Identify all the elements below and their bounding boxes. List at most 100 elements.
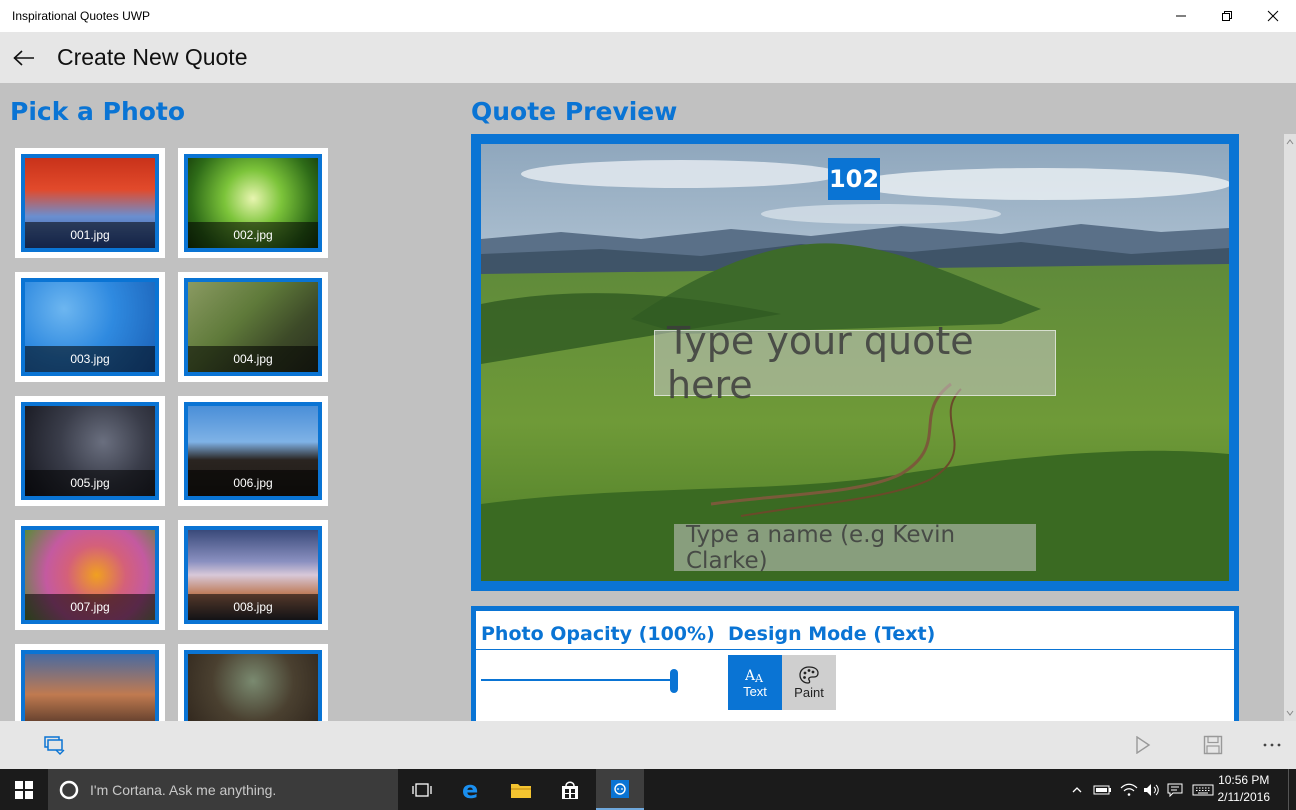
photo-thumb-001[interactable]: 001.jpg	[15, 148, 165, 258]
photo-caption: 001.jpg	[25, 222, 155, 248]
battery-icon	[1093, 785, 1111, 794]
close-icon	[1267, 10, 1279, 22]
author-name-input[interactable]: Type a name (e.g Kevin Clarke)	[674, 522, 1036, 574]
show-desktop-button[interactable]	[1288, 769, 1296, 810]
edge-icon: e	[462, 779, 478, 801]
photo-caption: 002.jpg	[188, 222, 318, 248]
quote-number-badge: 102	[828, 158, 880, 200]
photo-image: 002.jpg	[184, 154, 322, 252]
photo-thumb-010[interactable]	[178, 644, 328, 721]
back-button[interactable]	[0, 32, 48, 83]
close-button[interactable]	[1250, 0, 1296, 32]
start-button[interactable]	[0, 769, 48, 810]
message-icon	[1167, 783, 1183, 797]
text-mode-button[interactable]: A A Text	[728, 655, 782, 710]
opacity-label: Photo Opacity (100%)	[481, 623, 715, 645]
restore-icon	[1222, 11, 1232, 21]
photo-image: 006.jpg	[184, 402, 322, 500]
photo-image: 007.jpg	[21, 526, 159, 624]
photo-caption: 003.jpg	[25, 346, 155, 372]
quote-preview-title: Quote Preview	[471, 97, 678, 126]
photo-thumb-009[interactable]	[15, 644, 165, 721]
save-button[interactable]	[1189, 721, 1237, 769]
bottom-app-bar	[0, 721, 1296, 769]
cortana-search[interactable]: I'm Cortana. Ask me anything.	[48, 769, 398, 810]
store-icon	[562, 781, 578, 799]
photo-thumb-008[interactable]: 008.jpg	[178, 520, 328, 630]
photo-image: 001.jpg	[21, 154, 159, 252]
keyboard-button[interactable]	[1188, 769, 1218, 810]
opacity-slider[interactable]	[481, 679, 676, 681]
photo-image: 003.jpg	[21, 278, 159, 376]
quote-preview[interactable]: 102 Type your quote here Type a name (e.…	[471, 134, 1239, 591]
minimize-button[interactable]	[1158, 0, 1204, 32]
photo-thumb-007[interactable]: 007.jpg	[15, 520, 165, 630]
action-center-button[interactable]	[1164, 769, 1186, 810]
photo-thumb-006[interactable]: 006.jpg	[178, 396, 328, 506]
clock-time: 10:56 PM	[1218, 773, 1270, 787]
scroll-up-icon	[1286, 139, 1294, 145]
paint-mode-label: Paint	[794, 685, 824, 700]
task-view-button[interactable]	[398, 769, 446, 810]
more-button[interactable]	[1248, 721, 1296, 769]
window-controls	[1158, 0, 1296, 32]
photo-caption: 007.jpg	[25, 594, 155, 620]
cortana-icon	[59, 780, 79, 799]
font-size-icon: A A	[745, 668, 764, 684]
controls-divider	[476, 649, 1234, 650]
chevron-up-icon	[1072, 786, 1082, 792]
pick-photo-title: Pick a Photo	[10, 97, 186, 126]
wifi-button[interactable]	[1117, 769, 1141, 810]
photo-caption: 005.jpg	[25, 470, 155, 496]
paint-mode-button[interactable]: Paint	[782, 655, 836, 710]
more-icon	[1263, 743, 1281, 747]
speaker-icon	[1144, 783, 1159, 796]
restore-button[interactable]	[1204, 0, 1250, 32]
battery-button[interactable]	[1090, 769, 1116, 810]
photo-image: 008.jpg	[184, 526, 322, 624]
edge-button[interactable]: e	[448, 769, 496, 810]
windows-logo-icon	[15, 780, 33, 799]
page-header: Create New Quote	[0, 32, 1296, 83]
folder-icon	[511, 783, 531, 798]
photo-caption: 008.jpg	[188, 594, 318, 620]
design-controls: Photo Opacity (100%) Design Mode (Text) …	[471, 606, 1239, 721]
quote-text-input[interactable]: Type your quote here	[654, 319, 1056, 407]
play-button[interactable]	[1119, 721, 1167, 769]
back-arrow-icon	[13, 49, 34, 66]
app-icon	[611, 779, 629, 798]
main-content: Pick a Photo 001.jpg 002.jpg 003.jpg 004…	[0, 83, 1296, 721]
photo-thumb-002[interactable]: 002.jpg	[178, 148, 328, 258]
opacity-slider-thumb[interactable]	[670, 669, 678, 693]
inspirational-quotes-app-button[interactable]	[596, 769, 644, 810]
design-mode-label: Design Mode (Text)	[728, 623, 936, 645]
gallery-button[interactable]	[30, 721, 78, 769]
slideshow-icon	[44, 736, 65, 755]
scroll-down-icon	[1286, 710, 1294, 716]
photo-thumb-004[interactable]: 004.jpg	[178, 272, 328, 382]
play-icon	[1136, 736, 1151, 754]
svg-text:e: e	[462, 779, 478, 801]
volume-button[interactable]	[1141, 769, 1163, 810]
clock-date: 2/11/2016	[1217, 790, 1271, 804]
store-button[interactable]	[546, 769, 594, 810]
cortana-placeholder: I'm Cortana. Ask me anything.	[90, 781, 277, 798]
show-hidden-icons-button[interactable]	[1066, 769, 1088, 810]
photo-image: 004.jpg	[184, 278, 322, 376]
palette-icon	[799, 666, 819, 684]
photo-caption: 006.jpg	[188, 470, 318, 496]
text-mode-label: Text	[743, 684, 767, 699]
taskbar: I'm Cortana. Ask me anything. e 10:56 PM…	[0, 769, 1296, 810]
svg-text:A: A	[754, 672, 764, 684]
photo-thumb-003[interactable]: 003.jpg	[15, 272, 165, 382]
vertical-scrollbar[interactable]	[1284, 134, 1296, 721]
clock[interactable]: 10:56 PM 2/11/2016	[1218, 772, 1271, 806]
window-title: Inspirational Quotes UWP	[12, 9, 151, 23]
title-bar: Inspirational Quotes UWP	[0, 0, 1296, 32]
file-explorer-button[interactable]	[497, 769, 545, 810]
photo-image	[21, 650, 159, 721]
photo-image	[184, 650, 322, 721]
photo-thumb-005[interactable]: 005.jpg	[15, 396, 165, 506]
page-title: Create New Quote	[57, 44, 248, 70]
photo-caption: 004.jpg	[188, 346, 318, 372]
